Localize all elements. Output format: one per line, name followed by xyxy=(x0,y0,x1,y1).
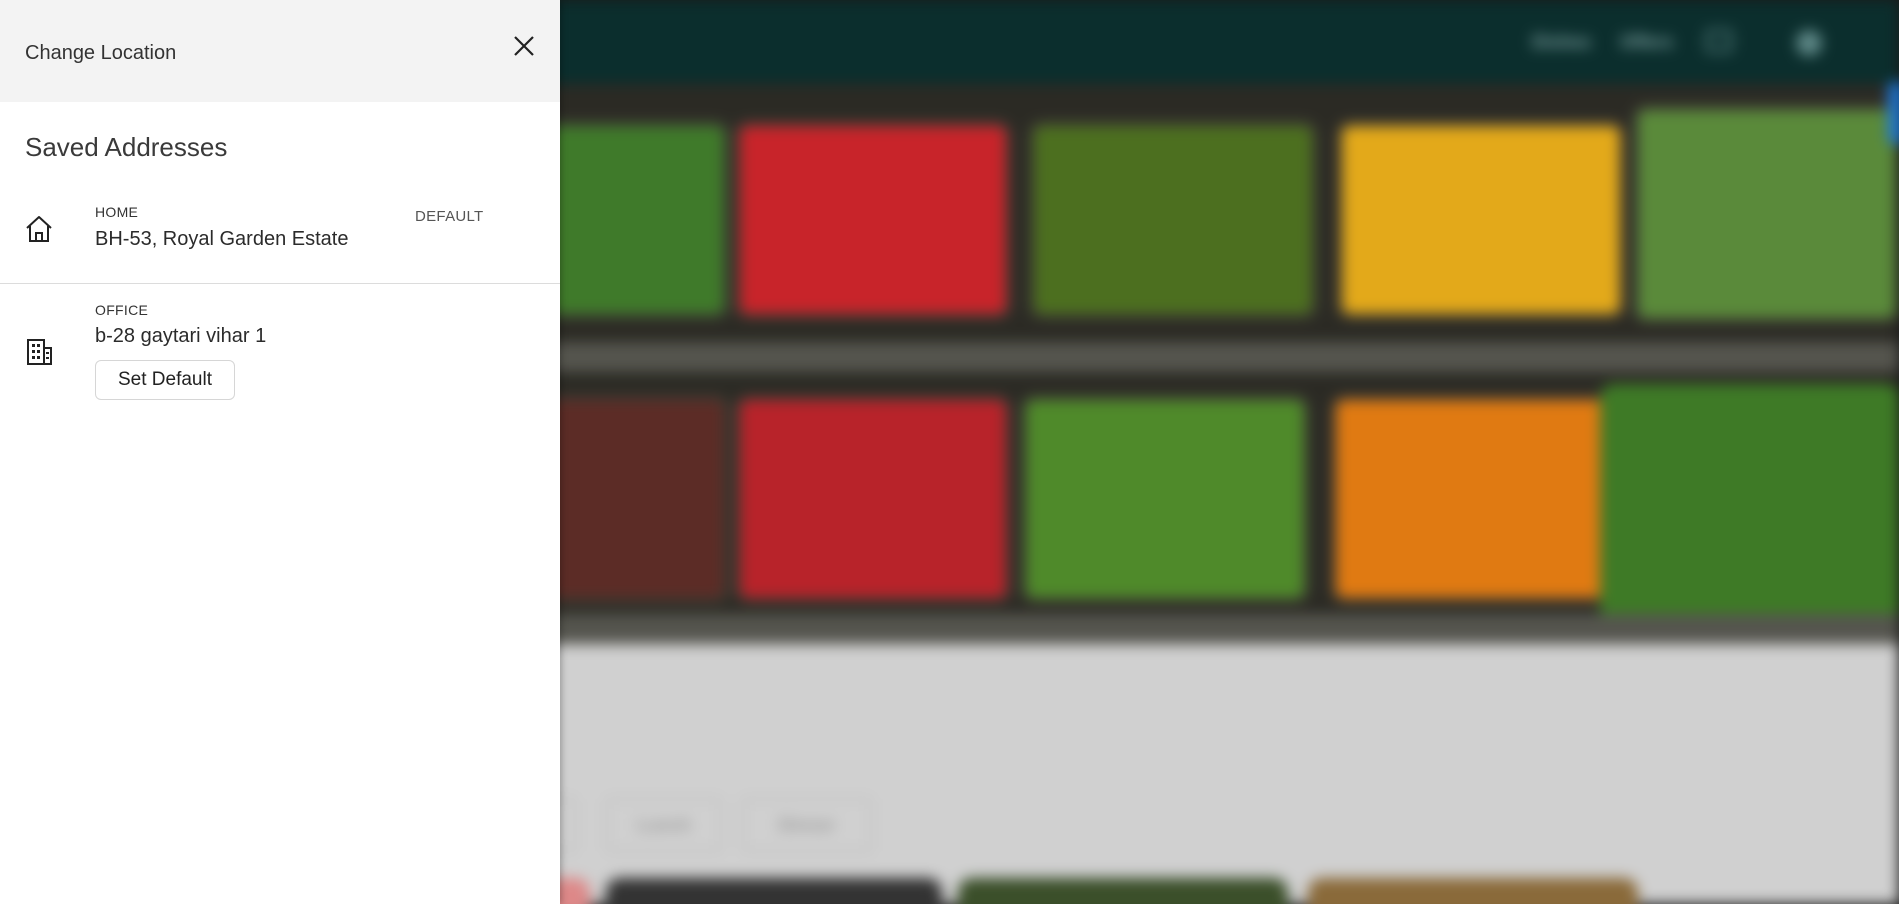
office-building-icon xyxy=(27,339,52,365)
saved-addresses-heading: Saved Addresses xyxy=(25,132,228,162)
close-icon xyxy=(514,36,534,56)
app-stage: Dishes Offers Lunch Dinner Change Locati… xyxy=(0,0,1899,904)
default-badge: DEFAULT xyxy=(415,208,484,225)
address-line: BH-53, Royal Garden Estate xyxy=(95,228,349,250)
address-item-office[interactable]: OFFICE b-28 gaytari vihar 1 Set Default xyxy=(0,285,560,415)
drawer-title: Change Location xyxy=(25,42,177,64)
set-default-button[interactable]: Set Default xyxy=(95,360,235,400)
address-type-label: HOME xyxy=(95,204,139,220)
address-item-home[interactable]: HOME BH-53, Royal Garden Estate DEFAULT xyxy=(0,190,560,284)
drawer-header: Change Location xyxy=(0,0,560,102)
home-icon xyxy=(26,216,52,242)
close-button[interactable] xyxy=(506,28,542,64)
address-line: b-28 gaytari vihar 1 xyxy=(95,325,267,347)
address-type-label: OFFICE xyxy=(95,302,149,318)
change-location-drawer: Change Location Saved Addresses HOME BH-… xyxy=(0,0,560,904)
